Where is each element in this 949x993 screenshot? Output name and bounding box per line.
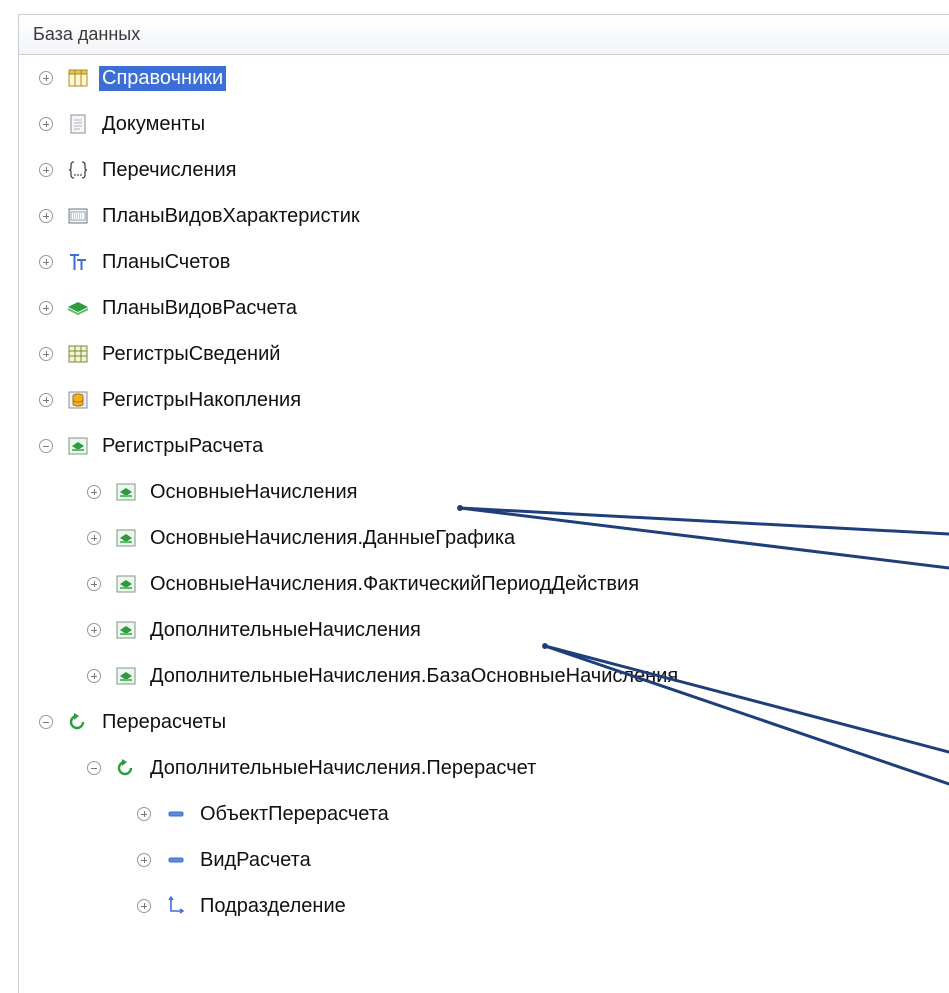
expand-icon[interactable] (137, 899, 151, 913)
tree-item-main-accruals[interactable]: ОсновныеНачисления (87, 469, 360, 515)
tree-item-label: РегистрыРасчета (102, 434, 264, 457)
expand-icon[interactable] (87, 485, 101, 499)
tree-item-catalogs[interactable]: Справочники (39, 55, 227, 101)
tree-item-label: Перечисления (102, 158, 237, 181)
expand-icon[interactable] (39, 393, 53, 407)
tree-item-department[interactable]: Подразделение (137, 883, 349, 929)
expand-icon[interactable] (39, 347, 53, 361)
calculation-register-icon (115, 619, 137, 641)
document-icon (67, 113, 89, 135)
tree-item-additional-accruals-base[interactable]: ДополнительныеНачисления.БазаОсновныеНач… (87, 653, 681, 699)
calculation-register-icon (115, 573, 137, 595)
tree-item-label: Справочники (99, 65, 227, 91)
tree-item-calculation-registers[interactable]: РегистрыРасчета (39, 423, 266, 469)
expand-icon[interactable] (39, 255, 53, 269)
calculation-register-icon (115, 665, 137, 687)
calculation-types-icon (67, 297, 89, 319)
dimension-icon (165, 849, 187, 871)
tree-item-information-registers[interactable]: РегистрыСведений (39, 331, 283, 377)
expand-icon[interactable] (39, 301, 53, 315)
panel-title: База данных (19, 15, 949, 55)
calculation-register-icon (67, 435, 89, 457)
tree-item-main-accruals-actual-period[interactable]: ОсновныеНачисления.ФактическийПериодДейс… (87, 561, 642, 607)
tree-item-additional-accruals-recalc[interactable]: ДополнительныеНачисления.Перерасчет (87, 745, 539, 791)
calculation-register-icon (115, 481, 137, 503)
expand-icon[interactable] (39, 209, 53, 223)
tree-item-characteristic-types[interactable]: ПланыВидовХарактеристик (39, 193, 363, 239)
tree-item-calculation-types[interactable]: ПланыВидовРасчета (39, 285, 300, 331)
tree-item-label: ПланыВидовХарактеристик (102, 204, 360, 227)
tree-item-label: ДополнительныеНачисления.Перерасчет (150, 756, 537, 779)
accumulation-register-icon (67, 389, 89, 411)
recalculation-icon (67, 711, 89, 733)
tree-item-label: Документы (102, 112, 206, 135)
collapse-icon[interactable] (87, 761, 101, 775)
recalculation-icon (115, 757, 137, 779)
chart-of-accounts-icon (67, 251, 89, 273)
tree-item-label: ОсновныеНачисления.ДанныеГрафика (150, 526, 516, 549)
collapse-icon[interactable] (39, 439, 53, 453)
tree-item-label: РегистрыСведений (102, 342, 281, 365)
database-tree-panel: База данных Справочники Документы Перечи… (18, 14, 949, 993)
characteristic-types-icon (67, 205, 89, 227)
expand-icon[interactable] (137, 853, 151, 867)
tree-item-additional-accruals[interactable]: ДополнительныеНачисления (87, 607, 424, 653)
tree-item-enums[interactable]: Перечисления (39, 147, 240, 193)
tree-item-charts-of-accounts[interactable]: ПланыСчетов (39, 239, 233, 285)
enum-icon (67, 159, 89, 181)
tree-item-label: РегистрыНакопления (102, 388, 302, 411)
tree-item-recalc-object[interactable]: ОбъектПерерасчета (137, 791, 392, 837)
tree-item-label: ОбъектПерерасчета (200, 802, 389, 825)
tree-item-label: Подразделение (200, 894, 346, 917)
expand-icon[interactable] (87, 531, 101, 545)
tree-item-label: ДополнительныеНачисления.БазаОсновныеНач… (150, 664, 679, 687)
calculation-register-icon (115, 527, 137, 549)
expand-icon[interactable] (137, 807, 151, 821)
tree-item-label: ОсновныеНачисления (150, 480, 358, 503)
tree-item-label: ВидРасчета (200, 848, 311, 871)
tree-item-documents[interactable]: Документы (39, 101, 208, 147)
tree-item-accumulation-registers[interactable]: РегистрыНакопления (39, 377, 304, 423)
tree-item-calculation-type[interactable]: ВидРасчета (137, 837, 314, 883)
tree-item-label: ПланыСчетов (102, 250, 231, 273)
tree-item-label: Перерасчеты (102, 710, 227, 733)
expand-icon[interactable] (87, 669, 101, 683)
information-register-icon (67, 343, 89, 365)
tree-item-label: ПланыВидовРасчета (102, 296, 298, 319)
expand-icon[interactable] (39, 163, 53, 177)
collapse-icon[interactable] (39, 715, 53, 729)
tree-item-label: ОсновныеНачисления.ФактическийПериодДейс… (150, 572, 640, 595)
expand-icon[interactable] (87, 623, 101, 637)
expand-icon[interactable] (87, 577, 101, 591)
dimension-icon (165, 803, 187, 825)
expand-icon[interactable] (39, 71, 53, 85)
master-dimension-icon (165, 895, 187, 917)
tree-item-recalculations[interactable]: Перерасчеты (39, 699, 229, 745)
tree-item-label: ДополнительныеНачисления (150, 618, 421, 641)
tree-item-main-accruals-schedule-data[interactable]: ОсновныеНачисления.ДанныеГрафика (87, 515, 518, 561)
catalog-icon (67, 67, 89, 89)
expand-icon[interactable] (39, 117, 53, 131)
